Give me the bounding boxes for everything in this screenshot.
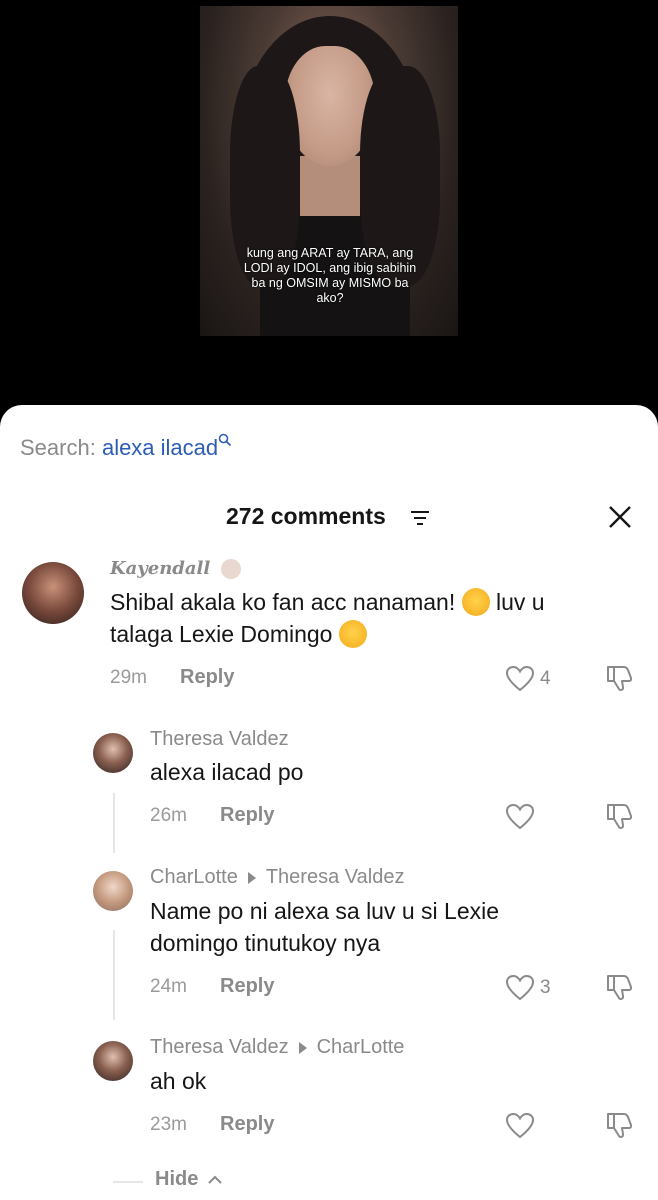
avatar[interactable]	[22, 562, 84, 624]
reply-button[interactable]: Reply	[220, 975, 274, 998]
avatar[interactable]	[93, 733, 133, 773]
kiss-emoji-icon	[338, 619, 367, 648]
reply-username[interactable]: CharLotte Theresa Valdez	[150, 866, 404, 889]
avatar[interactable]	[93, 871, 133, 911]
search-label: Search:	[20, 435, 96, 460]
reply-text: Name po ni alexa sa luv u si Lexie domin…	[150, 898, 500, 956]
avatar[interactable]	[93, 1041, 133, 1081]
comments-count-title: 272 comments	[226, 503, 386, 529]
heart-icon[interactable]	[505, 974, 535, 1002]
person-emoji-icon	[220, 559, 241, 579]
reply-to-arrow-icon	[298, 1041, 307, 1054]
thread-line	[113, 793, 115, 853]
search-query[interactable]: alexa ilacad	[102, 435, 218, 460]
video-area[interactable]: kung ang ARAT ay TARA, ang LODI ay IDOL,…	[0, 0, 658, 420]
search-icon	[218, 433, 232, 447]
reply-button[interactable]: Reply	[220, 1113, 274, 1136]
comments-header: 272 comments	[0, 497, 658, 537]
chevron-up-icon	[208, 1175, 222, 1184]
close-icon[interactable]	[606, 503, 634, 531]
dislike-icon[interactable]	[604, 1110, 634, 1140]
reply-button[interactable]: Reply	[180, 666, 234, 689]
video-thumbnail[interactable]: kung ang ARAT ay TARA, ang LODI ay IDOL,…	[200, 6, 458, 336]
hide-replies-button[interactable]: Hide	[155, 1168, 222, 1191]
dislike-icon[interactable]	[604, 972, 634, 1002]
hide-divider	[113, 1181, 143, 1183]
crying-emoji-icon	[461, 587, 490, 616]
search-suggestion[interactable]: Search: alexa ilacad	[20, 433, 232, 461]
reply-text: ah ok	[150, 1068, 207, 1094]
reply-time: 23m	[150, 1114, 187, 1135]
reply-text: alexa ilacad po	[150, 759, 304, 785]
thread-line	[113, 930, 115, 1020]
heart-icon[interactable]	[505, 1112, 535, 1140]
reply-time: 26m	[150, 805, 187, 826]
reply-username[interactable]: Theresa Valdez	[150, 728, 289, 751]
comment-text: Shibal akala ko fan acc nanaman! luv u t…	[110, 587, 545, 648]
dislike-icon[interactable]	[604, 663, 634, 693]
like-count: 4	[540, 668, 551, 689]
dislike-icon[interactable]	[604, 801, 634, 831]
comment-sheet: Search: alexa ilacad 272 comments Kayend…	[0, 405, 658, 1200]
comment-time: 29m	[110, 667, 147, 688]
heart-icon[interactable]	[505, 803, 535, 831]
reply-time: 24m	[150, 976, 187, 997]
video-caption: kung ang ARAT ay TARA, ang LODI ay IDOL,…	[243, 246, 417, 305]
comment-username[interactable]: Kayendall	[110, 558, 241, 579]
reply-to-arrow-icon	[247, 871, 256, 884]
reply-button[interactable]: Reply	[220, 804, 274, 827]
filter-icon[interactable]	[410, 510, 430, 526]
heart-icon[interactable]	[505, 665, 535, 693]
like-count: 3	[540, 977, 551, 998]
reply-username[interactable]: Theresa Valdez CharLotte	[150, 1036, 404, 1059]
